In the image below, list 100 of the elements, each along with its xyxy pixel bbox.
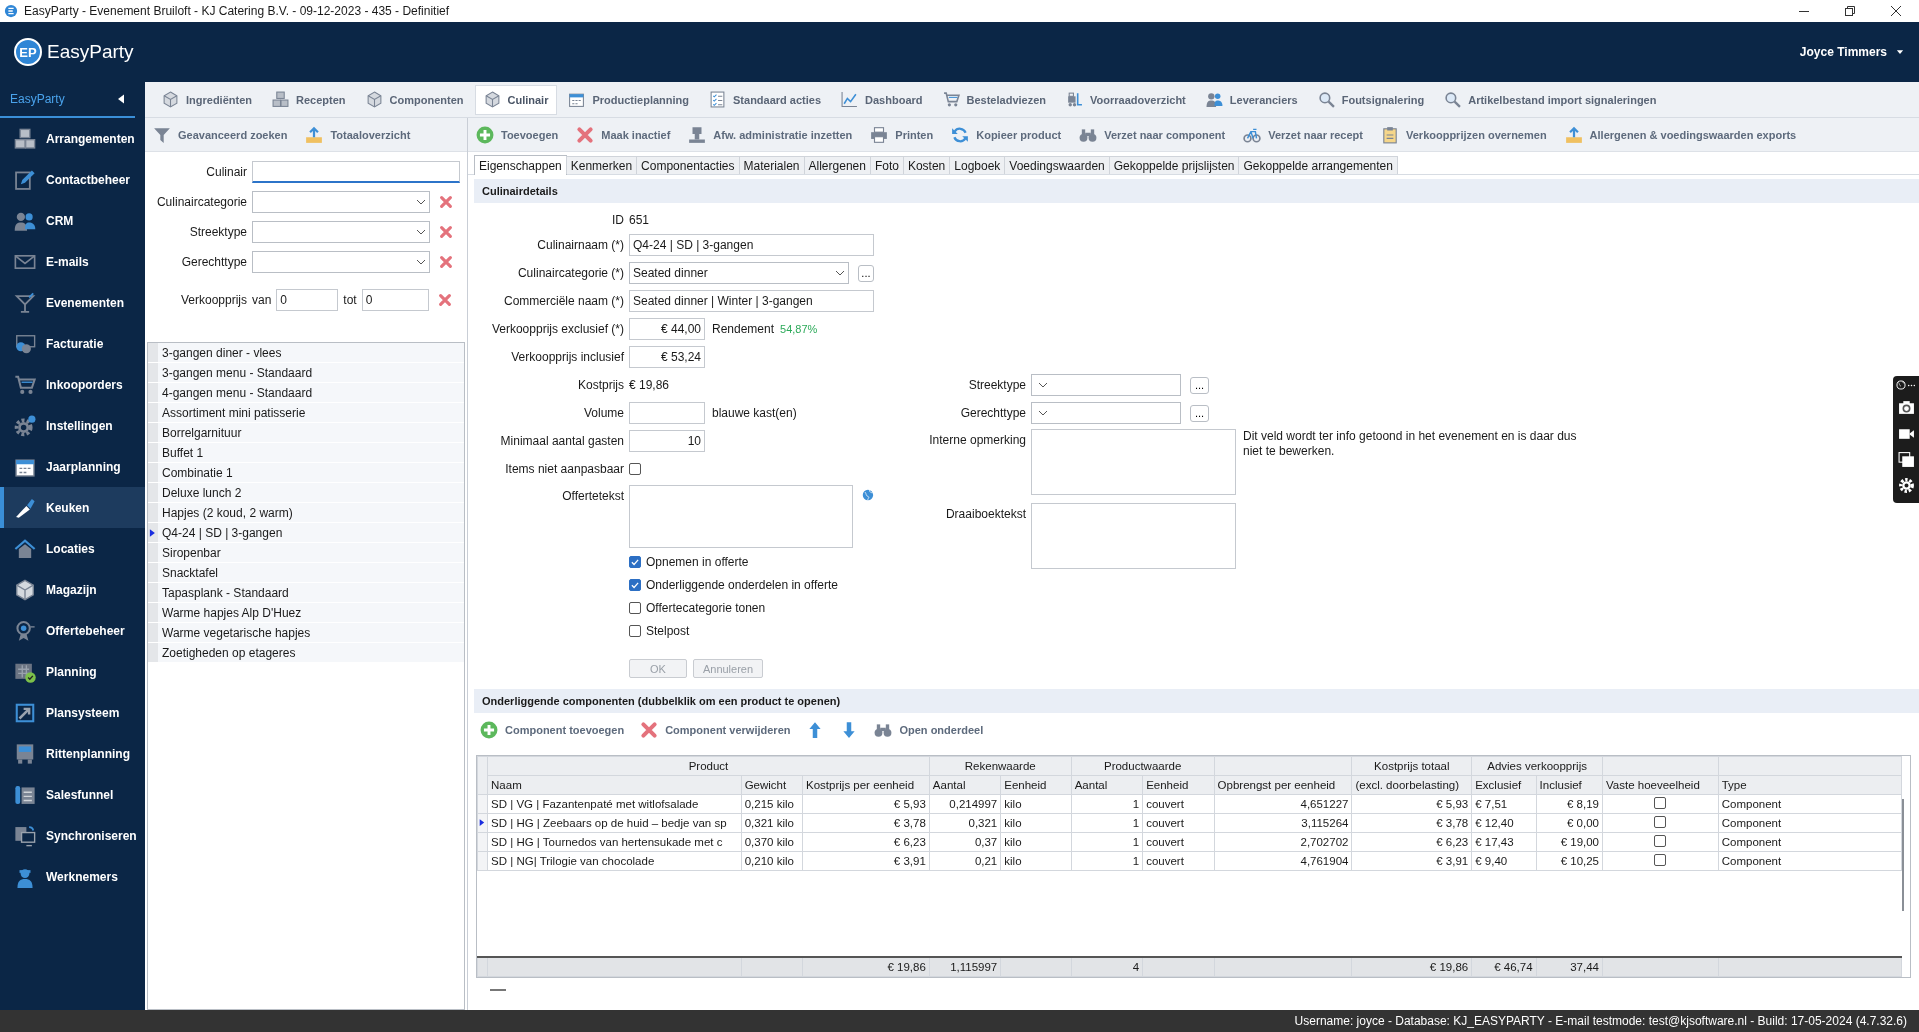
sidebar-item[interactable]: Offertebeheer	[0, 610, 145, 651]
module-tab[interactable]: Leveranciers	[1196, 84, 1307, 115]
checkbox[interactable]	[1654, 797, 1667, 809]
delete-icon[interactable]	[439, 255, 453, 269]
field-label: Culinair	[205, 165, 247, 179]
checkbox[interactable]	[629, 601, 641, 614]
module-tab[interactable]: Productieplanning	[559, 84, 698, 115]
globe-icon[interactable]	[1896, 380, 1906, 390]
module-tab[interactable]: Componenten	[356, 84, 473, 115]
number-field[interactable]: € 44,00	[629, 318, 705, 340]
module-tab[interactable]: Besteladviezen	[933, 84, 1055, 115]
module-tab[interactable]: Culinair	[474, 84, 558, 115]
sidebar-item[interactable]: Synchroniseren	[0, 815, 145, 856]
checkbox[interactable]	[1654, 854, 1667, 866]
checkbox[interactable]	[629, 555, 641, 568]
sidebar-item[interactable]: Locaties	[0, 528, 145, 569]
splitter-handle[interactable]	[490, 989, 506, 991]
tab[interactable]: Componentacties	[636, 156, 740, 174]
sidebar-item[interactable]: Planning	[0, 651, 145, 692]
list-item[interactable]: Siropenbar	[158, 543, 221, 562]
more-button[interactable]: ...	[1190, 404, 1209, 422]
toolbar-button[interactable]: Component verwijderen	[638, 716, 793, 743]
monitor-icon	[14, 824, 36, 847]
tab[interactable]: Allergenen	[803, 156, 871, 174]
tab[interactable]: Eigenschappen	[474, 155, 567, 175]
number-field[interactable]: 0	[276, 289, 339, 311]
tab[interactable]: Foto	[869, 156, 904, 174]
toolbar-button[interactable]: Maak inactief	[574, 121, 673, 148]
list-item[interactable]: Snacktafel	[158, 563, 219, 582]
toolbar-button[interactable]: Kopieer product	[949, 121, 1064, 148]
sidebar-item[interactable]: Jaarplanning	[0, 446, 145, 487]
tab[interactable]: Kenmerken	[565, 156, 638, 174]
tab[interactable]: Kosten	[902, 156, 951, 174]
toolbar-button[interactable]: Verzet naar recept	[1241, 121, 1365, 148]
module-tab[interactable]: Foutsignalering	[1308, 84, 1434, 115]
sidebar-item[interactable]: Facturatie	[0, 323, 145, 364]
windows-icon[interactable]	[1897, 451, 1915, 468]
sidebar-item[interactable]: Contactbeheer	[0, 159, 145, 200]
checkbox[interactable]	[629, 463, 641, 475]
toolbar-button[interactable]: Component toevoegen	[478, 716, 627, 743]
toolbar-button[interactable]: Verzet naar component	[1077, 121, 1228, 148]
checkbox[interactable]	[1654, 816, 1667, 828]
delete-icon	[640, 720, 659, 739]
camera-icon[interactable]	[1897, 399, 1915, 416]
tab[interactable]: Logboek	[949, 156, 1006, 174]
module-tab[interactable]: Ingrediënten	[153, 84, 261, 115]
restore-icon[interactable]	[1842, 3, 1858, 19]
sidebar-item[interactable]: Inkooporders	[0, 364, 145, 405]
checkbox[interactable]	[629, 578, 641, 591]
table-cell: couvert	[1142, 832, 1215, 852]
checkbox[interactable]	[629, 624, 641, 637]
toolbar-button[interactable]: Verkoopprijzen overnemen	[1379, 121, 1549, 148]
more-button[interactable]: ...	[857, 264, 874, 282]
number-field[interactable]: 0	[361, 289, 429, 311]
text-field[interactable]: Seated dinner | Winter | 3-gangen	[629, 290, 874, 312]
list-item[interactable]: Buffet 1	[158, 443, 204, 462]
sidebar-item[interactable]: Plansysteem	[0, 692, 145, 733]
number-field[interactable]	[629, 402, 705, 424]
more-button[interactable]: ...	[1190, 376, 1209, 394]
delete-icon[interactable]	[439, 225, 453, 239]
sidebar-item[interactable]: E-mails	[0, 241, 145, 282]
tab[interactable]: Gekoppelde arrangementen	[1238, 156, 1398, 174]
dropdown[interactable]: Seated dinner	[629, 262, 849, 284]
toolbar-button[interactable]: Afw. administratie inzetten	[686, 121, 855, 148]
number-field[interactable]: € 53,24	[629, 346, 705, 368]
sidebar-item[interactable]: Salesfunnel	[0, 774, 145, 815]
delete-icon[interactable]	[437, 293, 452, 307]
user-name[interactable]: Joyce Timmers	[1799, 45, 1887, 59]
settings-icon[interactable]	[1897, 477, 1915, 494]
sidebar-item[interactable]: Arrangementen	[0, 118, 145, 159]
module-tab[interactable]: Recepten	[263, 84, 355, 115]
table-cell: 0,370 kilo	[741, 832, 803, 852]
toolbar-button[interactable]: Toevoegen	[474, 121, 561, 148]
stamp-icon	[688, 125, 707, 144]
toolbar-button[interactable]: Open onderdeel	[872, 716, 986, 743]
module-tab[interactable]: Voorraadoverzicht	[1057, 84, 1195, 115]
sidebar-item[interactable]: Instellingen	[0, 405, 145, 446]
module-tab[interactable]: Artikelbestand import signaleringen	[1435, 84, 1666, 115]
sidebar-item[interactable]: Magazijn	[0, 569, 145, 610]
search-field[interactable]	[252, 161, 460, 183]
delete-icon[interactable]	[439, 195, 453, 209]
sidebar-item[interactable]: Werknemers	[0, 856, 145, 897]
module-tab[interactable]: Dashboard	[832, 84, 932, 115]
module-tab[interactable]: Standaard acties	[700, 84, 831, 115]
scrollbar[interactable]	[1902, 799, 1904, 911]
toolbar-button[interactable]: Printen	[868, 121, 936, 148]
checkbox[interactable]	[1654, 835, 1667, 847]
text-field[interactable]: Q4-24 | SD | 3-gangen	[629, 234, 874, 256]
toolbar-button[interactable]: Allergenen & voedingswaarden exports	[1562, 121, 1799, 148]
tab[interactable]: Gekoppelde prijslijsten	[1108, 156, 1240, 174]
sidebar-item[interactable]: Evenementen	[0, 282, 145, 323]
sidebar-item[interactable]: CRM	[0, 200, 145, 241]
close-icon[interactable]	[1888, 3, 1904, 19]
toolbar-button[interactable]: Geavanceerd zoeken	[151, 121, 290, 148]
tab[interactable]: Voedingswaarden	[1004, 156, 1110, 174]
tab[interactable]: Materialen	[738, 156, 805, 174]
sidebar-item[interactable]: Keuken	[0, 487, 145, 528]
number-field[interactable]: 10	[629, 430, 705, 452]
toolbar-button[interactable]: Totaaloverzicht	[303, 121, 413, 148]
sidebar-item[interactable]: Rittenplanning	[0, 733, 145, 774]
